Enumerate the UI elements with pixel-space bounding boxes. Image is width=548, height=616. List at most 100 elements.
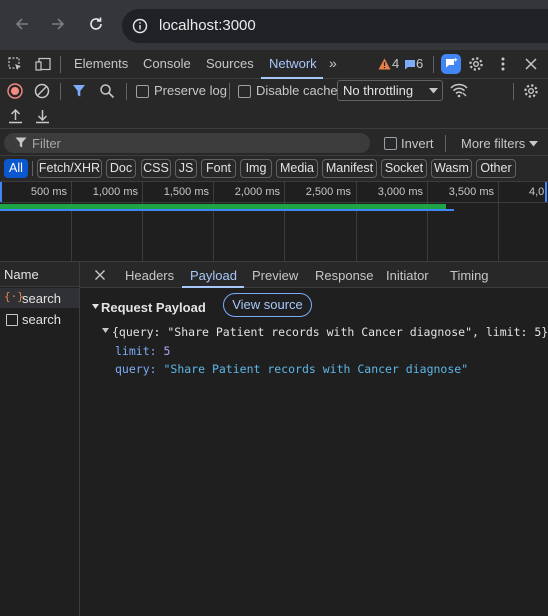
- name-column-header[interactable]: Name: [0, 262, 79, 287]
- reload-icon[interactable]: [88, 16, 104, 32]
- tab-preview[interactable]: Preview: [252, 268, 298, 283]
- inspect-element-icon[interactable]: [8, 57, 23, 72]
- preserve-log-checkbox[interactable]: [136, 85, 149, 98]
- back-arrow-icon[interactable]: [14, 16, 30, 32]
- payload-field-query: query: "Share Patient records with Cance…: [115, 362, 469, 376]
- timeline-gridline: [71, 182, 72, 261]
- preserve-log-label[interactable]: Preserve log: [154, 83, 227, 98]
- network-settings-gear-icon[interactable]: [523, 83, 539, 99]
- warnings-count[interactable]: 4: [392, 56, 399, 71]
- timeline-end-marker: [545, 182, 547, 202]
- more-tabs-icon[interactable]: »: [329, 55, 337, 71]
- type-filter-socket[interactable]: Socket: [381, 159, 427, 178]
- timeline-gridline: [284, 182, 285, 261]
- view-source-button[interactable]: View source: [223, 293, 312, 317]
- type-filter-css[interactable]: CSS: [141, 159, 171, 178]
- type-filter-wasm[interactable]: Wasm: [431, 159, 472, 178]
- record-stop-icon[interactable]: [7, 83, 23, 99]
- payload-key: limit: [115, 344, 150, 358]
- active-detail-tab-indicator: [182, 286, 244, 288]
- tab-console[interactable]: Console: [143, 56, 191, 71]
- close-detail-icon[interactable]: [94, 269, 106, 281]
- type-filter-img[interactable]: Img: [240, 159, 272, 178]
- request-row[interactable]: search: [0, 309, 79, 329]
- payload-field-limit: limit: 5: [115, 344, 171, 358]
- type-filter-all[interactable]: All: [4, 159, 28, 178]
- document-request-icon: [6, 314, 18, 326]
- request-row-selected[interactable]: {·} search: [0, 288, 79, 308]
- type-filter-font[interactable]: Font: [201, 159, 236, 178]
- tab-payload[interactable]: Payload: [190, 268, 237, 283]
- messages-count[interactable]: 6: [416, 56, 423, 71]
- tab-network[interactable]: Network: [269, 56, 317, 71]
- tab-initiator[interactable]: Initiator: [386, 268, 429, 283]
- type-filter-doc[interactable]: Doc: [106, 159, 136, 178]
- filter-funnel-icon[interactable]: [72, 84, 86, 98]
- throttling-select[interactable]: No throttling: [337, 80, 443, 101]
- tab-sources[interactable]: Sources: [206, 56, 254, 71]
- timeline-tick-label: 1,500 ms: [163, 186, 209, 198]
- site-info-icon[interactable]: [132, 18, 148, 34]
- device-toolbar-icon[interactable]: [35, 57, 51, 72]
- payload-value: 5: [163, 344, 171, 358]
- type-filter-fetch-xhr[interactable]: Fetch/XHR: [37, 159, 102, 178]
- request-bar-tail: [446, 209, 454, 211]
- network-overview-timeline[interactable]: 500 ms 1,000 ms 1,500 ms 2,000 ms 2,500 …: [0, 182, 548, 262]
- request-name: search: [22, 312, 62, 327]
- browser-toolbar: localhost:3000: [0, 0, 548, 50]
- url-text: localhost:3000: [159, 17, 256, 34]
- payload-key: query: [115, 362, 150, 376]
- detail-tabbar: Headers Payload Preview Response Initiat…: [80, 262, 548, 288]
- invert-label[interactable]: Invert: [401, 136, 434, 151]
- disable-cache-label[interactable]: Disable cache: [256, 83, 338, 98]
- warning-icon[interactable]: [378, 58, 391, 70]
- forward-arrow-icon[interactable]: [50, 16, 66, 32]
- search-icon[interactable]: [99, 83, 115, 99]
- payload-summary[interactable]: {query: "Share Patient records with Canc…: [112, 325, 548, 339]
- timeline-tick-label: 500 ms: [30, 186, 67, 198]
- filter-funnel-icon: [15, 137, 27, 149]
- timeline-tick-label: 3,000 ms: [377, 186, 423, 198]
- tab-elements[interactable]: Elements: [74, 56, 128, 71]
- settings-gear-icon[interactable]: [468, 56, 484, 72]
- timeline-tick-label: 1,000 ms: [92, 186, 138, 198]
- toolbar-divider: [433, 56, 434, 73]
- network-conditions-wifi-icon[interactable]: [450, 82, 468, 98]
- more-filters-caret-icon[interactable]: [529, 141, 538, 147]
- toolbar-divider: [445, 135, 446, 152]
- request-payload-title[interactable]: Request Payload: [101, 300, 206, 315]
- export-har-icon[interactable]: [35, 108, 50, 124]
- devtools-tabbar: Elements Console Sources Network » 4 6: [0, 50, 548, 79]
- more-options-icon[interactable]: [500, 56, 506, 72]
- clear-icon[interactable]: [34, 83, 50, 99]
- timeline-tick-label: 4,0: [529, 186, 545, 198]
- invert-checkbox[interactable]: [384, 137, 397, 150]
- disable-cache-checkbox[interactable]: [238, 85, 251, 98]
- filter-input[interactable]: Filter: [4, 133, 370, 153]
- section-expand-triangle-icon[interactable]: [92, 304, 99, 309]
- type-filter-media[interactable]: Media: [276, 159, 318, 178]
- tab-response[interactable]: Response: [315, 268, 374, 283]
- tab-headers[interactable]: Headers: [125, 268, 174, 283]
- timeline-tick-label: 2,000 ms: [234, 186, 280, 198]
- filter-placeholder: Filter: [32, 136, 61, 151]
- request-name: search: [22, 291, 62, 306]
- more-filters-button[interactable]: More filters: [461, 136, 525, 151]
- toolbar-divider: [32, 161, 33, 176]
- ai-assistance-icon[interactable]: [441, 54, 461, 74]
- throttling-value: No throttling: [343, 83, 414, 98]
- dropdown-caret-icon: [429, 88, 438, 94]
- address-bar[interactable]: localhost:3000: [122, 9, 548, 43]
- tab-timing[interactable]: Timing: [450, 268, 489, 283]
- name-column-label: Name: [4, 267, 39, 282]
- payload-expand-triangle-icon[interactable]: [102, 328, 109, 333]
- toolbar-divider: [126, 83, 127, 100]
- import-har-icon[interactable]: [8, 108, 23, 124]
- message-icon[interactable]: [404, 59, 416, 70]
- timeline-gridline: [213, 182, 214, 261]
- timeline-tick-label: 3,500 ms: [448, 186, 494, 198]
- type-filter-js[interactable]: JS: [175, 159, 197, 178]
- type-filter-other[interactable]: Other: [476, 159, 516, 178]
- close-icon[interactable]: [524, 57, 538, 71]
- type-filter-manifest[interactable]: Manifest: [322, 159, 377, 178]
